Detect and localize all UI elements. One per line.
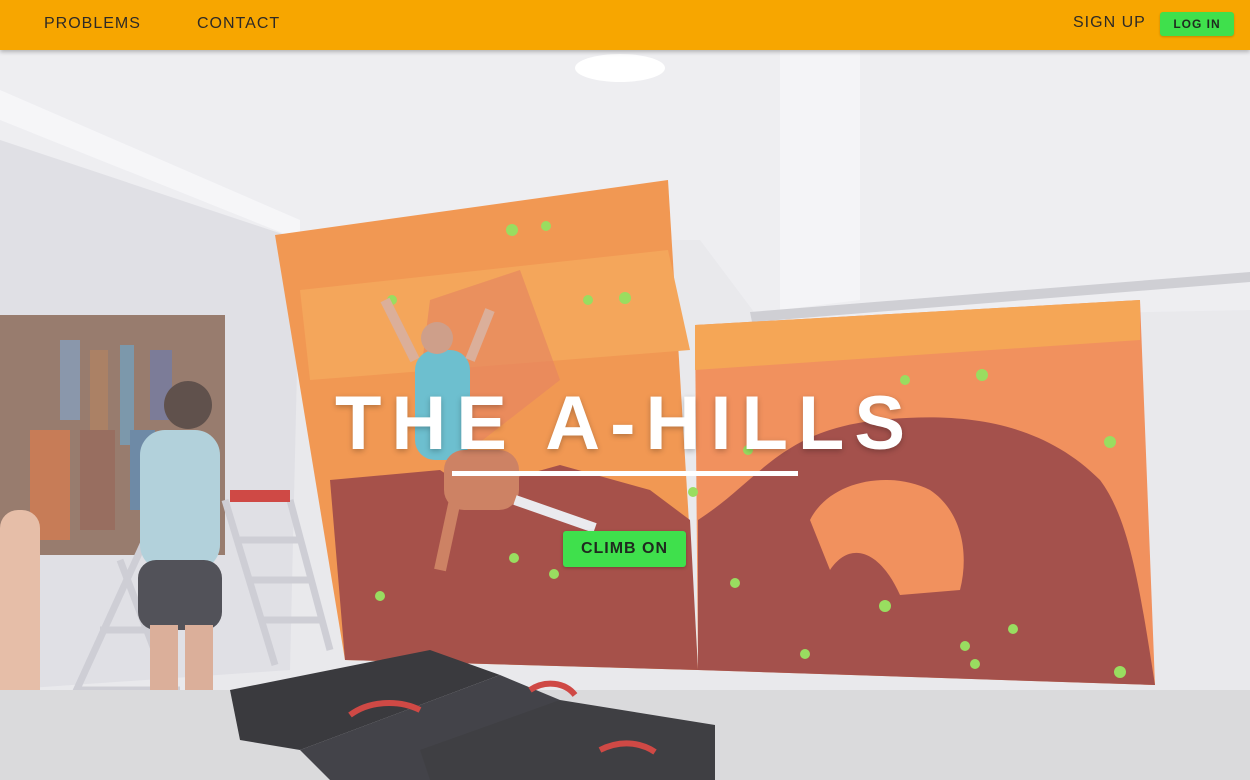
nav-link-contact[interactable]: CONTACT bbox=[197, 15, 280, 33]
login-button[interactable]: LOG IN bbox=[1160, 12, 1234, 36]
hero-title-underline bbox=[452, 471, 798, 476]
hero-title: THE A-HILLS bbox=[334, 381, 916, 466]
page: PROBLEMS CONTACT SIGN UP LOG IN THE A-HI… bbox=[0, 0, 1250, 780]
nav-link-signup[interactable]: SIGN UP bbox=[1073, 14, 1146, 32]
top-navbar: PROBLEMS CONTACT SIGN UP LOG IN bbox=[0, 0, 1250, 50]
nav-link-problems[interactable]: PROBLEMS bbox=[44, 15, 141, 33]
hero-section: THE A-HILLS CLIMB ON bbox=[0, 50, 1250, 780]
climb-on-button[interactable]: CLIMB ON bbox=[563, 531, 686, 567]
